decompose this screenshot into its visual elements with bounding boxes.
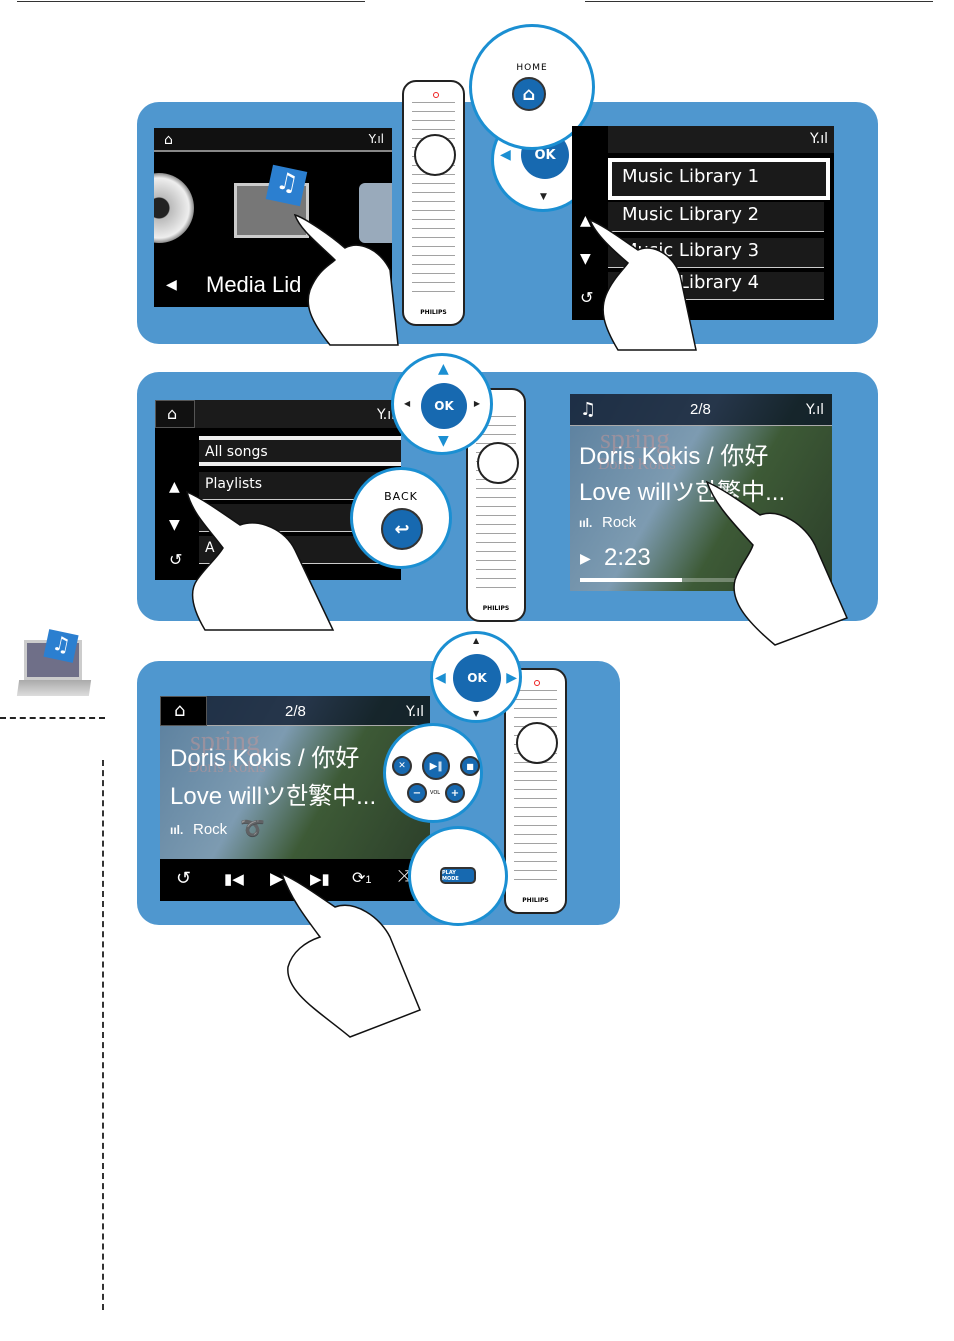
signal-icon: Y.ıl: [406, 704, 424, 720]
home-icon[interactable]: ⌂: [174, 702, 185, 720]
genre-icon: ııl.: [170, 823, 184, 837]
hand-pointer-icon: [280, 872, 421, 1038]
signal-icon: Y.ıl: [806, 402, 824, 418]
signal-icon: Y.ıl: [810, 131, 828, 147]
list-item[interactable]: Music Library 1: [608, 158, 830, 200]
genre: Rock: [193, 821, 228, 838]
genre-icon: ııl.: [579, 516, 593, 530]
left-icon[interactable]: ◀: [435, 671, 446, 685]
back-callout: BACK ↩: [350, 467, 452, 569]
artist-line: Doris Kokis / 你好: [170, 745, 360, 772]
playmode-button[interactable]: PLAY MODE: [440, 867, 476, 884]
previous-icon[interactable]: ▮◀: [224, 870, 244, 888]
up-icon[interactable]: ▲: [473, 637, 479, 645]
hand-pointer-icon: [705, 480, 849, 646]
left-icon[interactable]: ◀: [404, 400, 410, 408]
back-icon[interactable]: ↺: [169, 552, 182, 568]
list-item[interactable]: All songs: [199, 436, 401, 466]
elapsed-time: 2:23: [604, 544, 651, 571]
swirl-icon: ➰: [240, 818, 265, 840]
playback-callout: ✕ ▶‖ ■ − VOL +: [383, 723, 483, 823]
laptop-icon: ♫: [16, 629, 92, 704]
down-icon[interactable]: ▼: [438, 434, 449, 448]
back-icon[interactable]: ↺: [176, 868, 191, 889]
media-label: Media Lid: [206, 272, 302, 297]
play-pause-button[interactable]: ▶‖: [422, 752, 450, 780]
left-arrow-icon[interactable]: ◀: [166, 278, 177, 292]
right-icon[interactable]: ▶: [474, 400, 480, 408]
down-icon[interactable]: ▼: [540, 193, 547, 202]
signal-icon: Y.ıl: [368, 132, 384, 146]
title-line: Love willツ한繁中...: [170, 783, 377, 810]
left-icon[interactable]: ◀: [500, 148, 511, 162]
remote-control: PHILIPS: [402, 80, 465, 326]
right-icon[interactable]: ▶: [506, 671, 517, 685]
ok-button[interactable]: OK: [453, 654, 501, 702]
hand-pointer-icon: [588, 218, 697, 351]
hand-pointer-icon: [293, 213, 399, 346]
top-rule-right: [585, 1, 933, 2]
back-button[interactable]: ↩: [381, 508, 423, 550]
volume-up-button[interactable]: +: [445, 783, 465, 803]
top-rule-left: [17, 1, 365, 2]
home-button[interactable]: ⌂: [512, 77, 546, 111]
ok-callout: OK ▲ ▼ ◀ ▶: [391, 353, 493, 455]
ok-callout: OK ◀ ▶ ▲ ▼: [430, 631, 522, 723]
down-icon[interactable]: ▼: [473, 710, 479, 718]
up-icon[interactable]: ▲: [438, 362, 449, 376]
mute-button[interactable]: ✕: [392, 756, 412, 776]
cd-icon: [154, 173, 194, 243]
genre: Rock: [602, 514, 637, 531]
music-note-icon: ♫: [265, 164, 308, 207]
up-icon[interactable]: ▲: [169, 480, 180, 494]
down-icon[interactable]: ▼: [169, 518, 180, 532]
ok-button[interactable]: OK: [421, 383, 467, 429]
hand-pointer-icon: [185, 490, 335, 631]
music-note-icon: ♫: [580, 399, 597, 420]
home-icon[interactable]: ⌂: [164, 133, 173, 147]
stop-button[interactable]: ■: [460, 756, 480, 776]
playmode-callout: PLAY MODE: [408, 826, 508, 926]
volume-down-button[interactable]: −: [407, 783, 427, 803]
artist-line: Doris Kokis / 你好: [579, 443, 769, 470]
home-icon[interactable]: ⌂: [167, 406, 177, 422]
remote-control: PHILIPS: [504, 668, 567, 914]
margin-dash: [0, 717, 105, 719]
play-icon: ▶: [580, 550, 591, 566]
margin-dotted-line: [102, 760, 104, 1310]
